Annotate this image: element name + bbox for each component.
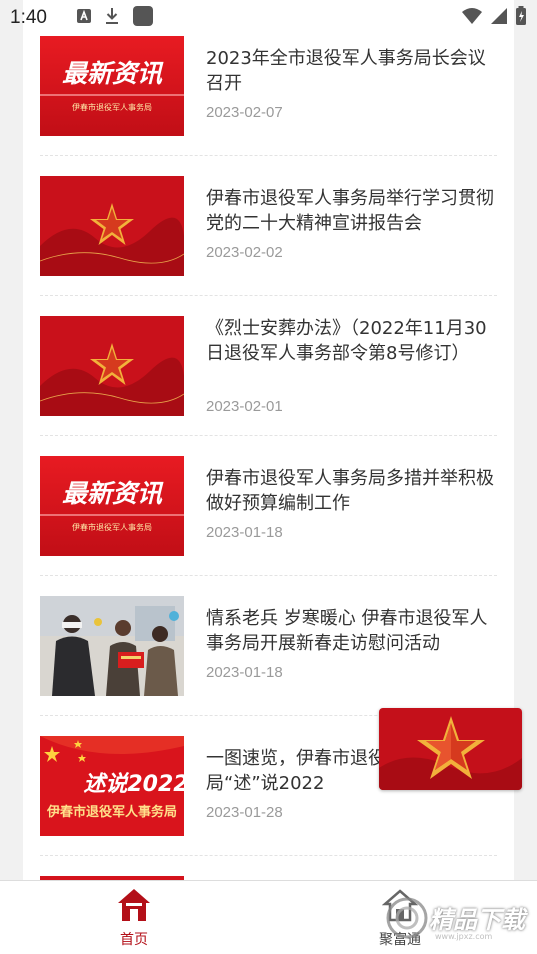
- download-icon: [104, 7, 120, 29]
- news-thumbnail-latest: 最新资讯 伊春市退役军人事务局: [40, 36, 184, 136]
- news-item[interactable]: 《烈士安葬办法》（2022年11月30日退役军人事务部令第8号修订） 2023-…: [40, 296, 497, 436]
- news-title[interactable]: 情系老兵 岁寒暖心 伊春市退役军人事务局开展新春走访慰问活动: [206, 606, 498, 656]
- watermark-logo-icon: [386, 897, 428, 939]
- thumb-text: 述说2022: [83, 772, 184, 797]
- thumb-text: 最新资讯: [62, 479, 164, 508]
- news-date: 2023-01-28: [206, 804, 283, 821]
- news-item[interactable]: [40, 856, 497, 880]
- news-date: 2023-01-18: [206, 664, 283, 681]
- thumb-subtext: 伊春市退役军人事务局: [72, 102, 152, 112]
- news-date: 2023-01-18: [206, 524, 283, 541]
- tab-home-label: 首页: [120, 932, 148, 948]
- watermark-url: www.jpxz.com: [435, 932, 493, 941]
- news-title[interactable]: 2023年全市退役军人事务局长会议召开: [206, 46, 498, 96]
- watermark-text: 精品下载: [429, 906, 525, 934]
- tab-home[interactable]: 首页: [74, 887, 194, 949]
- news-thumbnail-review: 述说2022 伊春市退役军人事务局: [40, 736, 184, 836]
- app-square-icon: [132, 5, 154, 31]
- news-date: 2023-02-01: [206, 398, 283, 415]
- battery-icon: [515, 6, 527, 30]
- news-item[interactable]: 最新资讯 伊春市退役军人事务局 伊春市退役军人事务局多措并举积极做好预算编制工作…: [40, 436, 497, 576]
- watermark: 精品下载 www.jpxz.com: [385, 888, 535, 948]
- signal-icon: [489, 7, 509, 29]
- news-title[interactable]: 《烈士安葬办法》（2022年11月30日退役军人事务部令第8号修订）: [206, 316, 498, 366]
- floating-star-button[interactable]: [379, 708, 522, 790]
- news-date: 2023-02-07: [206, 104, 283, 121]
- thumb-subtext: 伊春市退役军人事务局: [72, 522, 152, 532]
- home-icon: [116, 889, 152, 927]
- news-date: 2023-02-02: [206, 244, 283, 261]
- thumb-text: 最新资讯: [62, 59, 164, 88]
- news-thumbnail-latest: 最新资讯 伊春市退役军人事务局: [40, 456, 184, 556]
- wifi-icon: [461, 7, 483, 29]
- news-thumbnail-star: [40, 176, 184, 276]
- font-a-icon: [76, 8, 92, 28]
- news-title[interactable]: 伊春市退役军人事务局多措并举积极做好预算编制工作: [206, 466, 498, 516]
- news-title[interactable]: 伊春市退役军人事务局举行学习贯彻党的二十大精神宣讲报告会: [206, 186, 498, 236]
- news-item[interactable]: 情系老兵 岁寒暖心 伊春市退役军人事务局开展新春走访慰问活动 2023-01-1…: [40, 576, 497, 716]
- news-thumbnail-photo: [40, 596, 184, 696]
- news-item[interactable]: 最新资讯 伊春市退役军人事务局 2023年全市退役军人事务局长会议召开 2023…: [40, 16, 497, 156]
- status-bar: 1:40: [0, 0, 537, 36]
- news-item[interactable]: 伊春市退役军人事务局举行学习贯彻党的二十大精神宣讲报告会 2023-02-02: [40, 156, 497, 296]
- status-time: 1:40: [10, 7, 47, 28]
- news-thumbnail-star: [40, 316, 184, 416]
- thumb-subtext: 伊春市退役军人事务局: [46, 804, 177, 820]
